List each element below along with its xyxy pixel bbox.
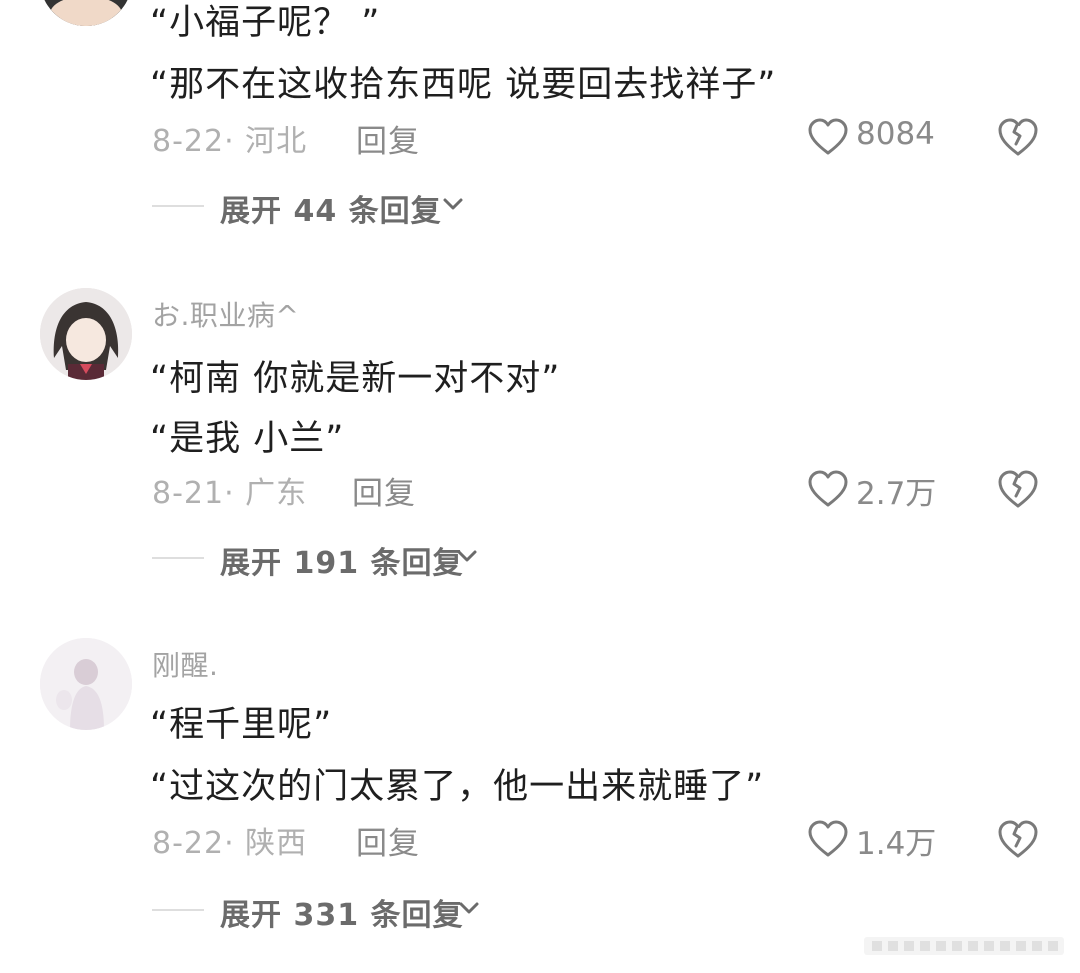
avatar-image (40, 288, 132, 380)
comment-text-line: “那不在这收拾东西呢 说要回去找祥子” (150, 65, 777, 105)
comment-meta: 8-22· 河北 回复 8084 (152, 116, 1052, 160)
heart-outline-icon[interactable] (808, 820, 848, 858)
divider-line (152, 557, 204, 559)
comment-list: “小福子呢？ ” “那不在这收拾东西呢 说要回去找祥子” 8-22· 河北 回复… (0, 0, 1080, 973)
date-location: 8-22· 河北 (152, 124, 308, 159)
like-count: 1.4万 (856, 826, 937, 862)
expand-replies-label: 展开 191 条回复 (220, 546, 464, 581)
like-count: 2.7万 (856, 476, 937, 512)
divider-line (152, 205, 204, 207)
broken-heart-icon[interactable] (998, 117, 1038, 157)
heart-outline-icon[interactable] (808, 470, 848, 508)
broken-heart-icon[interactable] (998, 469, 1038, 509)
chevron-down-icon (459, 902, 479, 914)
comment-text-line: “小福子呢？ ” (150, 3, 381, 43)
comment-text-line: “程千里呢” (150, 705, 333, 745)
expand-replies[interactable]: 展开 331 条回复 (152, 890, 652, 933)
date-location: 8-22· 陕西 (152, 826, 308, 861)
expand-replies-label: 展开 331 条回复 (220, 898, 464, 933)
reply-button[interactable]: 回复 (356, 818, 420, 863)
comment-item: お.职业病^ “柯南 你就是新一对不对” “是我 小兰” 8-21· 广东 回复… (0, 280, 1080, 581)
broken-heart-icon[interactable] (998, 819, 1038, 859)
chevron-down-icon (457, 550, 477, 562)
divider-line (152, 909, 204, 911)
comment-text-line: “过这次的门太累了，他一出来就睡了” (150, 767, 765, 807)
like-count: 8084 (856, 116, 935, 152)
expand-replies[interactable]: 展开 44 条回复 (152, 186, 652, 229)
reply-button[interactable]: 回复 (352, 468, 416, 513)
avatar[interactable] (40, 0, 132, 26)
comment-text-line: “柯南 你就是新一对不对” (150, 359, 561, 399)
avatar[interactable] (40, 288, 132, 380)
avatar[interactable] (40, 638, 132, 730)
comment-meta: 8-22· 陕西 回复 1.4万 (152, 818, 1052, 862)
comment-item: “小福子呢？ ” “那不在这收拾东西呢 说要回去找祥子” 8-22· 河北 回复… (0, 0, 1080, 250)
expand-replies-label: 展开 44 条回复 (220, 194, 442, 229)
chevron-down-icon (443, 198, 463, 210)
comment-meta: 8-21· 广东 回复 2.7万 (152, 468, 1052, 512)
comment-text-line: “是我 小兰” (150, 419, 345, 459)
avatar-image (40, 0, 132, 26)
reply-button[interactable]: 回复 (356, 116, 420, 161)
expand-replies[interactable]: 展开 191 条回复 (152, 538, 652, 581)
username[interactable]: お.职业病^ (152, 294, 299, 334)
date-location: 8-21· 广东 (152, 476, 308, 511)
username[interactable]: 刚醒. (152, 644, 218, 684)
comment-item: 刚醒. “程千里呢” “过这次的门太累了，他一出来就睡了” 8-22· 陕西 回… (0, 630, 1080, 950)
watermark-logo (864, 937, 1064, 955)
avatar-image (40, 638, 132, 730)
heart-outline-icon[interactable] (808, 118, 848, 156)
